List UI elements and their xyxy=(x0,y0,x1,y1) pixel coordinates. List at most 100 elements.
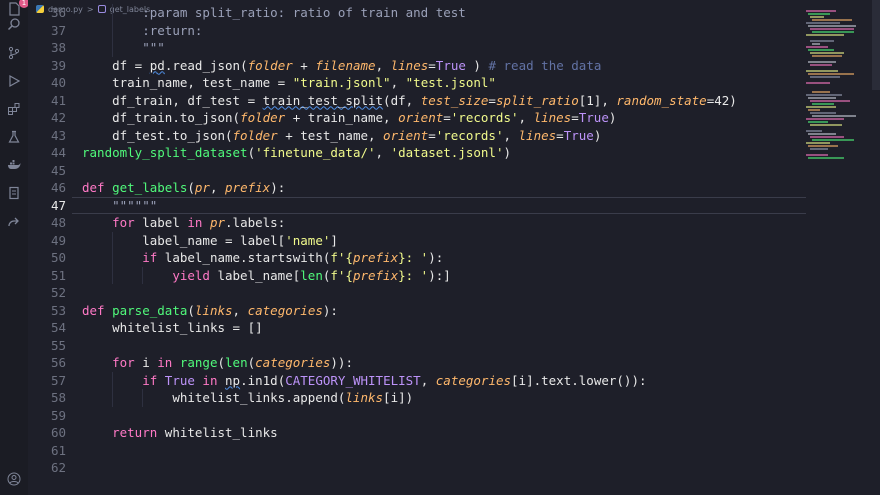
minimap-line xyxy=(806,22,840,24)
code-line[interactable]: if True in np.in1d(CATEGORY_WHITELIST, c… xyxy=(82,372,806,390)
code-token: True xyxy=(164,372,195,388)
code-line[interactable]: if label_name.startswith(f'{prefix}: '): xyxy=(82,249,806,267)
indent-guide xyxy=(112,371,114,389)
code-token: 'dataset.jsonl' xyxy=(390,145,504,160)
testing-icon[interactable] xyxy=(5,128,23,146)
code-line[interactable]: whitelist_links = [] xyxy=(82,319,806,337)
minimap-line xyxy=(806,34,844,36)
account-icon[interactable] xyxy=(5,470,23,488)
code-line[interactable] xyxy=(82,284,806,302)
line-number: 38 xyxy=(50,40,66,55)
minimap-line xyxy=(806,10,836,12)
code-token: ) xyxy=(608,110,617,125)
code-token: if xyxy=(142,250,165,265)
source-control-icon[interactable] xyxy=(5,44,23,62)
code-line[interactable] xyxy=(82,407,806,425)
code-token: folder xyxy=(240,110,286,125)
line-number: 59 xyxy=(50,407,66,423)
code-line[interactable]: df_train.to_json(folder + train_name, or… xyxy=(82,109,806,127)
extensions-icon[interactable] xyxy=(5,100,23,118)
code-token: in xyxy=(157,355,180,370)
code-line[interactable]: label_name = label['name'] xyxy=(82,232,806,250)
code-line[interactable]: df_train, df_test = train_test_split(df,… xyxy=(82,92,806,110)
line-number: 48 xyxy=(50,215,66,230)
run-debug-icon[interactable] xyxy=(5,72,23,90)
indent-guide xyxy=(142,266,144,284)
code-line[interactable]: whitelist_links.append(links[i]) xyxy=(82,389,806,407)
code-token: ): xyxy=(270,180,286,195)
code-line[interactable]: def parse_data(links, categories): xyxy=(82,302,806,320)
code-token: range xyxy=(179,355,218,370)
code-token: label_name = label[ xyxy=(142,232,286,248)
scrollbar-thumb[interactable] xyxy=(872,0,880,90)
vertical-scrollbar[interactable] xyxy=(872,0,880,495)
minimap-line xyxy=(812,19,852,21)
code-line[interactable]: for i in range(len(categories)): xyxy=(82,354,806,372)
code-line[interactable]: """ xyxy=(82,39,806,57)
indent-guide xyxy=(142,389,144,407)
line-number: 47 xyxy=(50,197,66,213)
line-number: 42 xyxy=(50,110,66,125)
code-token: orient xyxy=(383,127,429,143)
code-token: }: ' xyxy=(398,267,429,283)
line-number: 51 xyxy=(50,267,66,283)
code-token: lines xyxy=(518,127,557,143)
minimap-line xyxy=(806,82,830,84)
minimap-line xyxy=(810,76,840,78)
code-token: categories xyxy=(435,372,512,388)
code-line[interactable]: yield label_name[len(f'{prefix}: '):] xyxy=(82,267,806,285)
code-line[interactable]: def get_labels(pr, prefix): xyxy=(82,179,806,197)
minimap-line xyxy=(810,64,832,66)
code-line[interactable]: :return: xyxy=(82,22,806,40)
indent-guide xyxy=(112,231,114,249)
code-token: yield xyxy=(172,267,218,283)
line-number: 49 xyxy=(50,232,66,248)
code-token: test_size xyxy=(420,92,489,108)
code-token: , xyxy=(232,302,248,318)
line-number: 41 xyxy=(50,92,66,108)
minimap[interactable] xyxy=(806,10,868,490)
code-line[interactable]: """""" xyxy=(82,197,806,215)
code-token: = xyxy=(428,57,436,73)
code-line[interactable]: :param split_ratio: ratio of train and t… xyxy=(82,4,806,22)
code-line[interactable]: return whitelist_links xyxy=(82,424,806,442)
line-number: 46 xyxy=(50,180,66,195)
code-token: + xyxy=(292,57,316,73)
code-token: pr xyxy=(209,215,226,230)
notebook-icon[interactable] xyxy=(5,184,23,202)
code-line[interactable]: randomly_split_dataset('finetune_data/',… xyxy=(82,144,806,162)
code-line[interactable]: df = pd.read_json(folder + filename, lin… xyxy=(82,57,806,75)
code-token: + test_name, xyxy=(277,127,384,143)
docker-icon[interactable] xyxy=(5,156,23,174)
line-number: 45 xyxy=(50,162,66,178)
minimap-line xyxy=(806,154,828,156)
minimap-line xyxy=(806,94,842,96)
minimap-line xyxy=(810,40,834,42)
code-line[interactable]: train_name, test_name = "train.jsonl", "… xyxy=(82,74,806,92)
code-line[interactable]: df_test.to_json(folder + test_name, orie… xyxy=(82,127,806,145)
remote-icon[interactable] xyxy=(5,212,23,230)
search-icon[interactable] xyxy=(5,15,23,33)
code-editor[interactable]: :param split_ratio: ratio of train and t… xyxy=(82,0,806,495)
line-number: 57 xyxy=(50,372,66,388)
code-token: :] xyxy=(435,267,451,283)
code-token: df_test.to_json( xyxy=(112,127,233,143)
code-line[interactable] xyxy=(82,442,806,460)
code-token: in xyxy=(187,215,210,230)
code-line[interactable] xyxy=(82,162,806,180)
code-line[interactable] xyxy=(82,459,806,477)
code-token: = xyxy=(488,92,496,108)
code-token: 'name' xyxy=(285,232,331,248)
code-token: pr xyxy=(194,180,210,195)
code-line[interactable] xyxy=(82,337,806,355)
code-token: """ xyxy=(142,40,165,55)
code-token: prefix xyxy=(352,250,399,265)
code-line[interactable]: for label in pr.labels: xyxy=(82,214,806,232)
indent-guide xyxy=(112,21,114,39)
minimap-line xyxy=(808,133,836,135)
code-token: , xyxy=(518,110,534,125)
code-token: ) xyxy=(593,127,602,143)
minimap-line xyxy=(812,91,830,93)
minimap-line xyxy=(812,103,834,105)
code-token: def xyxy=(82,302,113,318)
